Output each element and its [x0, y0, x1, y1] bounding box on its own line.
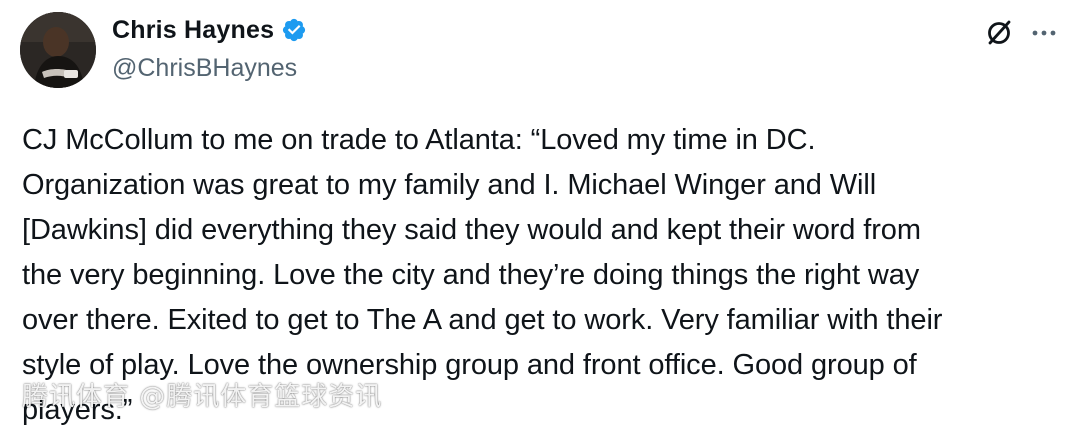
grok-icon[interactable] — [984, 18, 1014, 48]
tweet-card: Chris Haynes @ChrisBHaynes CJ McCollum t… — [0, 0, 1080, 429]
display-name[interactable]: Chris Haynes — [112, 16, 274, 45]
tweet-text-line: [Dawkins] did everything they said they … — [22, 214, 921, 246]
name-row: Chris Haynes — [112, 10, 307, 50]
author-block: Chris Haynes @ChrisBHaynes — [112, 10, 307, 83]
verified-badge-icon — [283, 18, 306, 42]
tweet-text-line: Organization was great to my family and … — [22, 169, 877, 201]
watermark: 腾讯体育 @腾讯体育篮球资讯 — [22, 382, 383, 412]
avatar[interactable] — [20, 12, 96, 88]
tweet-text-line: CJ McCollum to me on trade to Atlanta: “… — [22, 124, 816, 156]
more-horizontal-icon[interactable] — [1030, 19, 1058, 47]
tweet-text-line: the very beginning. Love the city and th… — [22, 259, 920, 291]
profile-photo-icon — [20, 12, 96, 88]
user-handle[interactable]: @ChrisBHaynes — [112, 54, 307, 83]
tweet-text-line: over there. Exited to get to The A and g… — [22, 304, 943, 336]
tweet-actions — [984, 18, 1058, 48]
